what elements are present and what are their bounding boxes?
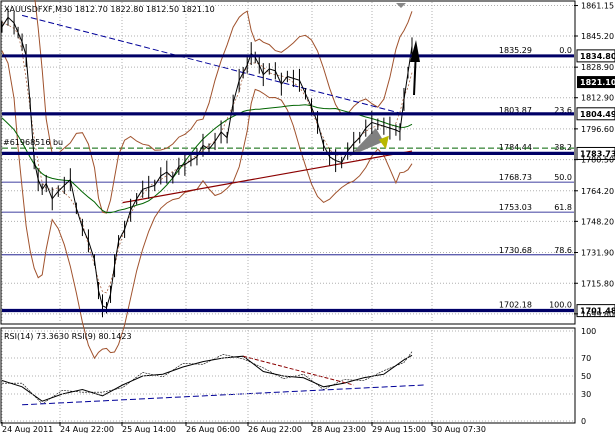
- rsi-header: RSI(14) 73.3630 RSI(9) 80.1423: [4, 332, 132, 341]
- y-tick-label: 1845.20: [581, 32, 614, 41]
- rsi-tick-label: 0: [581, 417, 586, 426]
- level-label: 1834.80: [580, 52, 615, 61]
- y-tick-label: 1748.20: [581, 217, 614, 226]
- fib-value: 1753.03: [499, 203, 532, 212]
- rsi-tick-label: 100: [581, 327, 596, 336]
- fib-percent: 38.2: [554, 143, 572, 152]
- symbol-header: XAUUSDFXF,M30 1812.70 1822.80 1812.50 18…: [4, 5, 215, 14]
- y-tick-label: 1780.50: [581, 156, 614, 165]
- y-tick-label: 1699.80: [581, 310, 614, 319]
- fib-percent: 61.8: [554, 203, 572, 212]
- fib-value: 1702.18: [499, 300, 532, 309]
- rsi-tick-label: 30: [581, 390, 591, 399]
- fib-percent: 100.0: [549, 300, 572, 309]
- x-tick-label: 26 Aug 22:00: [248, 425, 302, 433]
- x-tick-label: 25 Aug 14:00: [122, 425, 176, 433]
- fib-percent: 78.6: [554, 246, 572, 255]
- y-tick-label: 1715.80: [581, 279, 614, 288]
- price-pane[interactable]: [0, 0, 576, 325]
- x-tick-label: 24 Aug 22:00: [60, 425, 114, 433]
- fib-percent: 0.0: [559, 46, 572, 55]
- fib-value: 1784.44: [499, 143, 532, 152]
- y-tick-label: 1861.15: [581, 2, 614, 11]
- x-tick-label: 29 Aug 15:00: [372, 425, 426, 433]
- y-tick-label: 1796.60: [581, 125, 614, 134]
- rsi-tick-label: 70: [581, 354, 591, 363]
- x-tick-label: 24 Aug 2011: [2, 425, 53, 433]
- y-tick-label: 1731.90: [581, 248, 614, 257]
- x-tick-label: 30 Aug 07:30: [432, 425, 486, 433]
- time-axis: 24 Aug 2011 24 Aug 22:00 25 Aug 14:00 26 Au…: [1, 422, 486, 433]
- order-label: #61968516 bu: [3, 138, 63, 147]
- y-tick-label: 1764.20: [581, 187, 614, 196]
- x-tick-label: 28 Aug 23:00: [312, 425, 366, 433]
- current-price-label: 1821.10: [580, 78, 615, 87]
- y-tick-label: 1812.90: [581, 94, 614, 103]
- fib-value: 1835.29: [499, 46, 532, 55]
- level-label: 1804.49: [580, 110, 615, 119]
- rsi-tick-label: 50: [581, 372, 591, 381]
- fib-percent: 50.0: [554, 173, 572, 182]
- x-tick-label: 26 Aug 06:00: [186, 425, 240, 433]
- fib-value: 1768.73: [499, 173, 532, 182]
- y-tick-label: 1828.90: [581, 63, 614, 72]
- fib-value: 1730.68: [499, 246, 532, 255]
- trading-chart[interactable]: 1835.29 0.01803.87 23.61784.44 38.21768.73 5…: [0, 0, 615, 433]
- price-axis: 1861.15 1845.20 1828.90 1812.90 1796.60 1780.…: [574, 2, 614, 319]
